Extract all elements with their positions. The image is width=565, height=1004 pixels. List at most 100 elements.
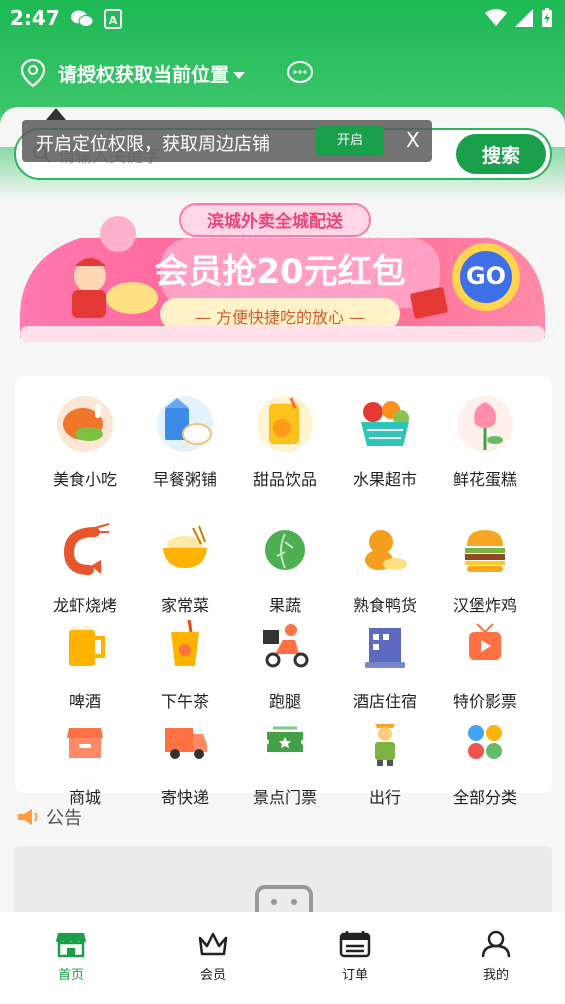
toast-message: 开启定位权限，获取周边店铺 <box>36 134 270 155</box>
location-pin-icon <box>20 58 46 88</box>
bowl-icon <box>163 525 207 568</box>
category-item[interactable]: 景点门票 <box>235 712 335 808</box>
banner-go-button[interactable]: GO <box>460 262 512 290</box>
tab-profile[interactable]: 我的 <box>451 930 541 983</box>
category-label: 景点门票 <box>252 788 317 807</box>
message-icon[interactable] <box>286 60 314 86</box>
category-label: 特价影票 <box>452 692 517 711</box>
home-store-icon <box>56 933 86 958</box>
category-label: 啤酒 <box>68 692 101 711</box>
category-label: 全部分类 <box>452 788 517 807</box>
chevron-down-icon <box>233 71 246 79</box>
category-label: 果蔬 <box>268 596 301 615</box>
wifi-icon <box>485 9 507 26</box>
category-label: 龙虾烧烤 <box>52 596 117 615</box>
battery-icon <box>542 8 552 27</box>
cabbage-icon <box>265 530 305 570</box>
category-label: 鲜花蛋糕 <box>452 470 517 489</box>
megaphone-icon <box>18 809 38 825</box>
category-label: 出行 <box>368 788 401 807</box>
milk-icon <box>157 396 213 452</box>
svg-text:A: A <box>109 14 118 27</box>
location-selector[interactable]: 请授权获取当前位置 <box>20 56 246 90</box>
tab-label: 会员 <box>199 968 226 983</box>
truck-icon <box>165 728 207 759</box>
category-item[interactable]: 早餐粥铺 <box>135 394 235 490</box>
bottom-tab-bar: 首页 会员 订单 我的 <box>0 912 565 1004</box>
toast-close-button[interactable]: X <box>406 128 420 152</box>
flower-icon <box>457 396 513 452</box>
signal-icon <box>515 9 533 27</box>
category-label: 寄快递 <box>160 788 209 807</box>
category-item[interactable]: 跑腿 <box>235 616 335 712</box>
enable-location-button[interactable]: 开启 <box>316 126 384 156</box>
category-item[interactable]: 下午茶 <box>135 616 235 712</box>
location-text[interactable]: 请授权获取当前位置 <box>58 60 229 87</box>
tea-icon <box>171 619 199 666</box>
category-item[interactable]: 美食小吃 <box>35 394 135 490</box>
category-item[interactable]: 果蔬 <box>235 520 335 616</box>
category-item[interactable]: 酒店住宿 <box>335 616 435 712</box>
beer-icon <box>69 625 105 666</box>
order-icon <box>339 931 371 958</box>
ticket-icon <box>267 726 303 752</box>
category-grid: 美食小吃 早餐粥铺 甜品饮品 水果超市 鲜花蛋糕 龙虾烧烤 家常菜 果蔬 熟食鸭… <box>15 376 552 807</box>
category-item[interactable]: 出行 <box>335 712 435 808</box>
banner-headline: 会员抢20元红包 <box>154 252 406 292</box>
category-item[interactable]: 全部分类 <box>435 712 535 808</box>
category-item[interactable]: 鲜花蛋糕 <box>435 394 535 490</box>
chicken-icon <box>57 396 113 452</box>
category-item[interactable]: 汉堡炸鸡 <box>435 520 535 616</box>
burger-icon <box>465 530 505 572</box>
category-label: 下午茶 <box>160 692 209 711</box>
shrimp-icon <box>63 523 110 575</box>
category-item[interactable]: 家常菜 <box>135 520 235 616</box>
category-item[interactable]: 甜品饮品 <box>235 394 335 490</box>
duck-icon <box>365 530 407 570</box>
notice-label: 公告 <box>46 808 82 829</box>
wechat-icon <box>71 10 94 27</box>
status-time: 2:47 <box>10 6 60 30</box>
tab-label: 我的 <box>482 968 509 983</box>
tv-icon <box>469 623 501 660</box>
category-label: 汉堡炸鸡 <box>452 596 517 615</box>
crown-icon <box>198 932 228 956</box>
status-bar: 2:47 A <box>0 0 565 36</box>
user-icon <box>481 930 511 958</box>
category-item[interactable]: 商城 <box>35 712 135 808</box>
category-label: 跑腿 <box>268 692 301 711</box>
category-label: 酒店住宿 <box>352 692 417 711</box>
traveler-icon <box>375 724 395 766</box>
tab-label: 首页 <box>57 968 84 983</box>
category-label: 早餐粥铺 <box>152 470 217 489</box>
category-item[interactable]: 啤酒 <box>35 616 135 712</box>
search-button[interactable]: 搜索 <box>456 134 546 174</box>
category-item[interactable]: 寄快递 <box>135 712 235 808</box>
location-permission-toast: 开启定位权限，获取周边店铺 开启 X <box>22 120 432 162</box>
category-item[interactable]: 龙虾烧烤 <box>35 520 135 616</box>
category-item[interactable]: 水果超市 <box>335 394 435 490</box>
promo-banner[interactable]: 滨城外卖全城配送 会员抢20元红包 — 方便快捷吃的放心 — GO <box>20 198 545 346</box>
category-label: 美食小吃 <box>52 470 117 489</box>
all-categories-icon <box>468 725 502 759</box>
fruit-basket-icon <box>361 401 409 446</box>
tab-orders[interactable]: 订单 <box>310 930 400 983</box>
category-label: 甜品饮品 <box>252 470 317 489</box>
banner-tag: 滨城外卖全城配送 <box>207 212 343 232</box>
category-label: 家常菜 <box>160 596 209 615</box>
hotel-icon <box>365 628 405 668</box>
tab-home[interactable]: 首页 <box>26 930 116 983</box>
category-item[interactable]: 熟食鸭货 <box>335 520 435 616</box>
notice-header: 公告 <box>16 804 82 830</box>
tab-label: 订单 <box>341 968 368 983</box>
category-label: 熟食鸭货 <box>352 596 417 615</box>
category-label: 水果超市 <box>352 470 417 489</box>
tab-member[interactable]: 会员 <box>168 930 258 983</box>
delivery-icon <box>263 624 309 668</box>
tooltip-arrow <box>46 108 66 120</box>
drink-icon <box>257 396 313 452</box>
shop-icon <box>67 728 103 758</box>
app-notification-icon: A <box>104 9 122 29</box>
banner-tagline: — 方便快捷吃的放心 — <box>194 308 366 327</box>
category-item[interactable]: 特价影票 <box>435 616 535 712</box>
